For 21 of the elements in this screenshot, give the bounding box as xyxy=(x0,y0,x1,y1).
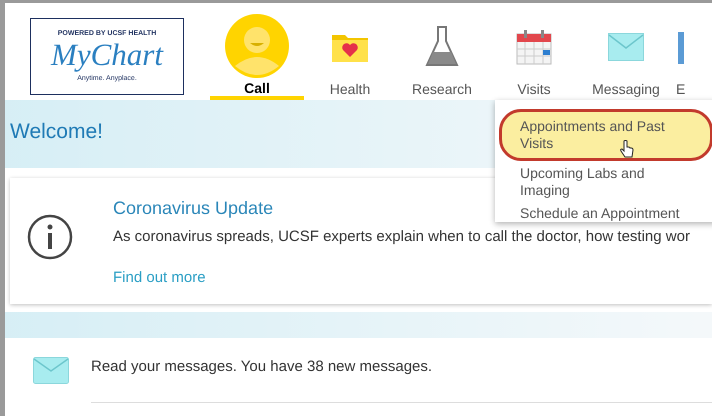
nav-tab[interactable]: Research xyxy=(396,3,488,100)
logo-wordmark: MyChart xyxy=(51,39,163,70)
nav-tab[interactable]: Visits xyxy=(488,3,580,100)
flask-icon xyxy=(425,26,459,68)
partial-icon xyxy=(676,30,684,64)
hand-cursor-icon xyxy=(620,140,634,158)
alert-text: As coronavirus spreads, UCSF experts explain when to call the doctor, how testing wor xyxy=(113,227,690,247)
nav-tab[interactable]: Call xyxy=(210,3,304,100)
envelope-icon xyxy=(33,357,69,384)
info-icon xyxy=(27,214,73,260)
menu-item[interactable]: Appointments and Past Visits xyxy=(499,109,712,161)
nav-tab[interactable]: Health xyxy=(304,3,396,100)
calendar-icon xyxy=(516,28,552,64)
person-icon xyxy=(225,14,289,78)
nav-tab[interactable]: Messaging xyxy=(580,3,672,100)
welcome-heading: Welcome! xyxy=(10,119,103,146)
messages-text[interactable]: Read your messages. You have 38 new messages. xyxy=(91,356,432,378)
nav-tab[interactable]: E xyxy=(672,3,712,100)
menu-item[interactable]: Schedule an Appointment xyxy=(499,202,712,225)
menu-item[interactable]: Upcoming Labs and Imaging xyxy=(499,162,712,202)
envelope-icon xyxy=(608,32,644,60)
